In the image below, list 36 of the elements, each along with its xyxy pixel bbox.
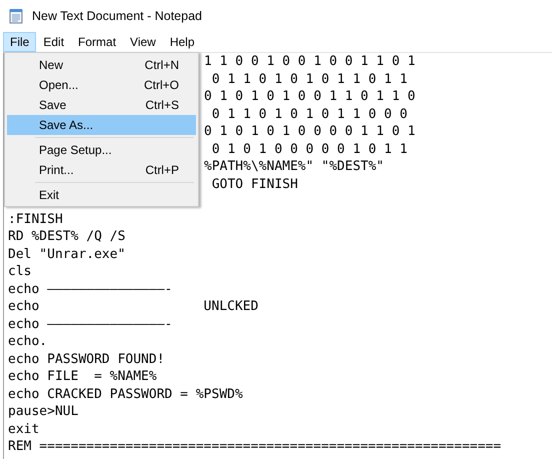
code-line: echo ———————————————- xyxy=(8,316,172,333)
menu-item[interactable]: Save As... xyxy=(7,115,196,135)
menu-item[interactable]: Exit xyxy=(7,185,196,205)
code-line: 0 1 0 1 0 1 0 0 0 0 1 1 0 1 xyxy=(204,123,416,140)
code-line: Del "Unrar.exe" xyxy=(8,246,126,263)
menu-bar-item[interactable]: Edit xyxy=(36,32,72,52)
code-line: GOTO FINISH xyxy=(210,176,298,193)
menu-bar-item[interactable]: Help xyxy=(162,32,202,52)
code-line: 0 1 0 1 0 1 0 0 1 1 0 1 1 0 xyxy=(204,88,416,106)
menu-bar-item[interactable]: File xyxy=(3,32,36,52)
code-line: RD %DEST% /Q /S xyxy=(8,228,126,246)
code-line: echo CRACKED PASSWORD = %PSWD% xyxy=(8,386,243,403)
notepad-icon xyxy=(8,8,24,24)
code-line: 0 1 0 1 0 0 0 0 0 1 0 1 1 xyxy=(210,140,408,158)
menu-item[interactable]: Page Setup... xyxy=(7,140,196,160)
menu-bar-item[interactable]: View xyxy=(123,32,163,52)
menu-item[interactable]: Print... Ctrl+P xyxy=(7,160,196,180)
menu-item[interactable]: Save Ctrl+S xyxy=(7,95,196,115)
code-line: 1 1 0 0 1 0 0 1 0 0 1 1 0 1 xyxy=(204,53,416,70)
code-line: %PATH%\%NAME%" "%DEST%" xyxy=(204,158,384,176)
menu-item[interactable]: New Ctrl+N xyxy=(7,55,196,75)
code-line: echo. xyxy=(8,333,48,350)
code-line: 0 1 1 0 1 0 1 0 1 1 0 0 0 xyxy=(210,106,408,123)
menu-bar-item[interactable]: Format xyxy=(71,32,124,52)
code-line: echo ———————————————- xyxy=(8,280,172,298)
code-line: exit xyxy=(8,420,40,438)
code-line: cls xyxy=(8,263,32,280)
code-line: echo FILE = %NAME% xyxy=(8,368,157,386)
code-line: REM =========================================================== xyxy=(8,438,502,456)
code-line: 0 1 1 0 1 0 1 0 1 1 0 1 1 xyxy=(210,70,408,88)
code-line: pause>NUL xyxy=(8,403,78,420)
code-line: :FINISH xyxy=(8,210,63,228)
code-line: echo UNLCKED xyxy=(8,298,258,316)
code-line: echo PASSWORD FOUND! xyxy=(8,350,165,368)
menu-item[interactable]: Open... Ctrl+O xyxy=(7,75,196,95)
window-title: New Text Document - Notepad xyxy=(32,8,202,25)
